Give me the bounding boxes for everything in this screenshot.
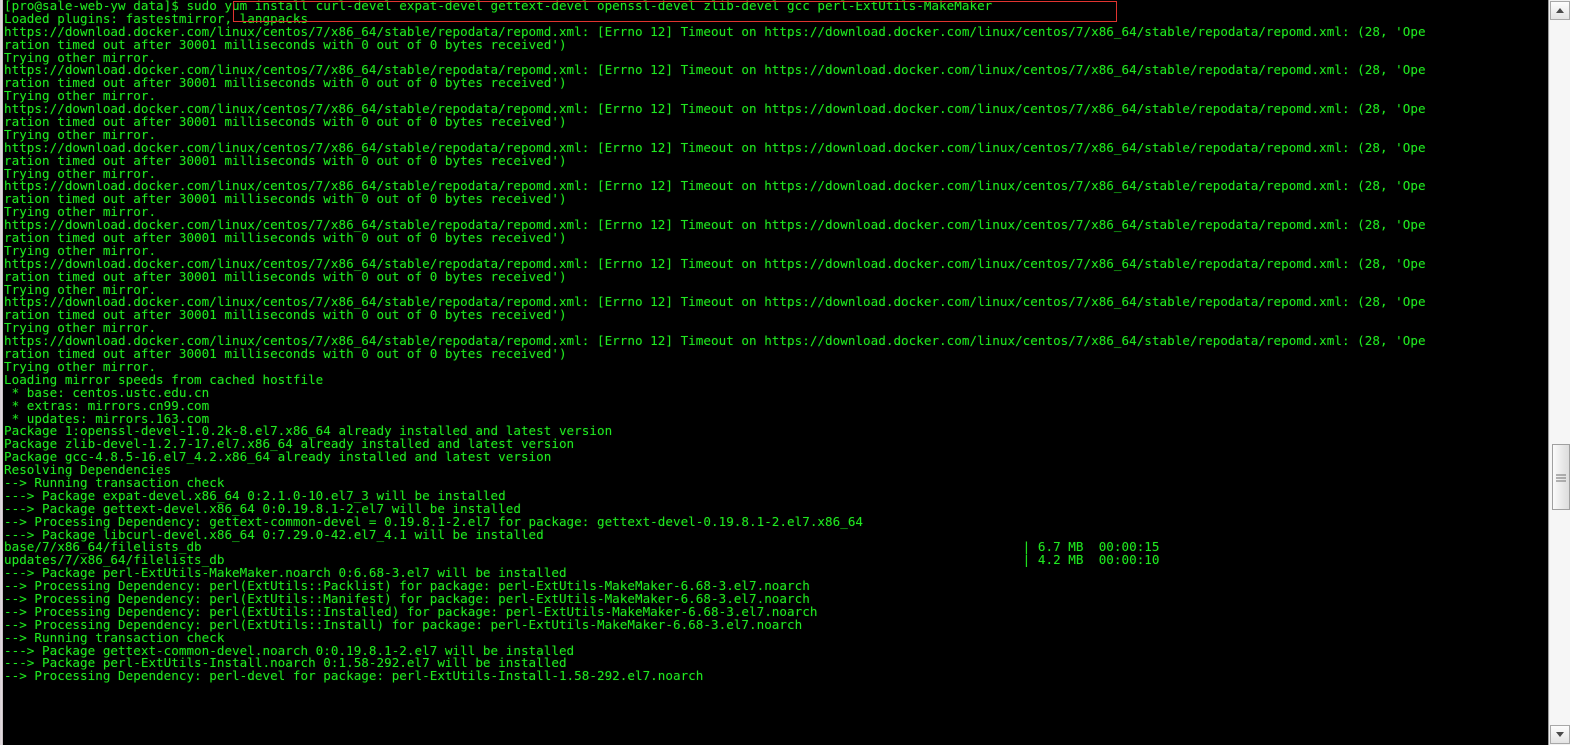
terminal-line: ration timed out after 30001 millisecond… [4, 268, 567, 284]
terminal-scrollbar[interactable] [1548, 0, 1570, 745]
terminal-line: * base: centos.ustc.edu.cn [4, 384, 210, 400]
terminal-line: --> Processing Dependency: perl-devel fo… [4, 668, 704, 684]
terminal-line: Resolving Dependencies [4, 462, 172, 478]
window-left-edge [0, 0, 3, 745]
terminal-line: ration timed out after 30001 millisecond… [4, 230, 567, 246]
scrollbar-grip-icon [1556, 473, 1566, 482]
terminal-window: [pro@sale-web-yw data]$ sudo yum install… [0, 0, 1570, 745]
terminal-output[interactable]: [pro@sale-web-yw data]$ sudo yum install… [4, 0, 1548, 745]
scroll-up-button[interactable] [1550, 1, 1570, 20]
terminal-line: ration timed out after 30001 millisecond… [4, 36, 567, 52]
scrollbar-thumb[interactable] [1552, 444, 1570, 510]
chevron-down-icon [1556, 732, 1564, 737]
chevron-up-icon [1556, 8, 1564, 13]
terminal-line: ration timed out after 30001 millisecond… [4, 307, 567, 323]
scroll-down-button[interactable] [1550, 725, 1570, 744]
terminal-line: ration timed out after 30001 millisecond… [4, 152, 567, 168]
scrollbar-track[interactable] [1550, 20, 1570, 725]
terminal-line: Loading mirror speeds from cached hostfi… [4, 371, 324, 387]
terminal-line: Package gcc-4.8.5-16.el7_4.2.x86_64 alre… [4, 449, 552, 465]
terminal-line: --> Processing Dependency: perl(ExtUtils… [4, 616, 803, 632]
terminal-line: ration timed out after 30001 millisecond… [4, 346, 567, 362]
terminal-line: * extras: mirrors.cn99.com [4, 397, 210, 413]
terminal-line: ration timed out after 30001 millisecond… [4, 191, 567, 207]
terminal-line: ration timed out after 30001 millisecond… [4, 114, 567, 130]
terminal-line: ration timed out after 30001 millisecond… [4, 75, 567, 91]
